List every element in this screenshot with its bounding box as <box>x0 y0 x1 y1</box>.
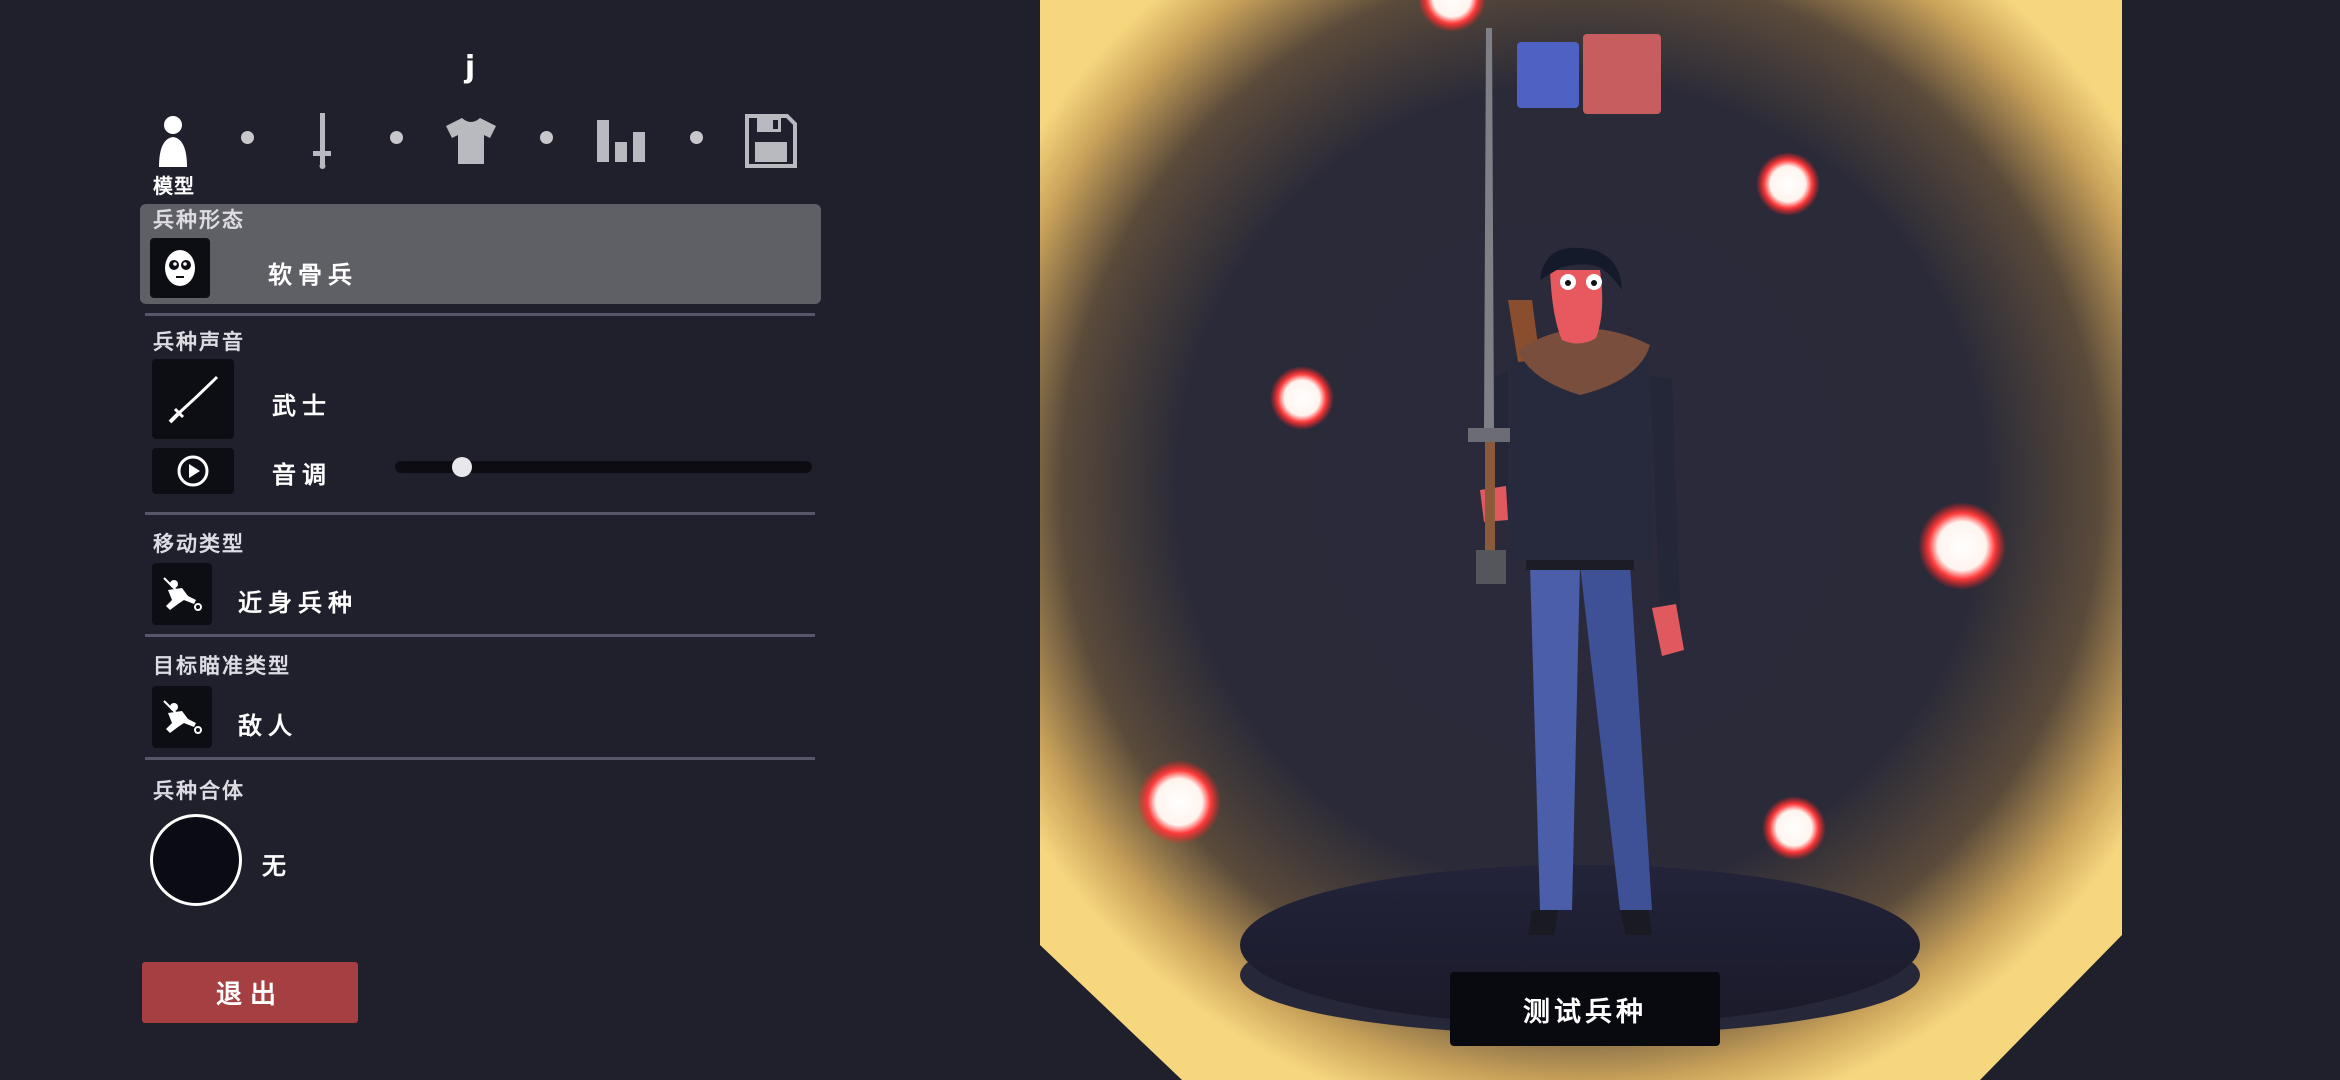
form-section-title: 兵种形态 <box>153 208 245 232</box>
exit-button[interactable]: 退出 <box>142 962 358 1023</box>
pitch-slider[interactable] <box>395 457 812 477</box>
voice-icon-button[interactable] <box>152 359 234 439</box>
tab-separator-dot <box>540 131 553 144</box>
targeting-section-title: 目标瞄准类型 <box>153 654 291 678</box>
shirt-icon <box>446 118 496 164</box>
active-tab-label: 模型 <box>153 174 195 198</box>
tab-stats[interactable] <box>588 106 654 176</box>
katana-icon <box>168 375 219 424</box>
targeting-icon-button[interactable] <box>152 686 212 748</box>
glow-orb <box>1756 152 1820 216</box>
tab-clothing[interactable] <box>438 106 504 176</box>
section-divider <box>145 313 815 316</box>
glow-orb <box>1918 502 2006 590</box>
tab-separator-dot <box>241 131 254 144</box>
movement-icon-button[interactable] <box>152 563 212 625</box>
section-divider <box>145 512 815 515</box>
voice-section-title: 兵种声音 <box>153 330 245 354</box>
tab-save[interactable] <box>738 106 804 176</box>
glow-orb <box>1270 366 1334 430</box>
section-divider <box>145 757 815 760</box>
tab-model[interactable] <box>140 106 206 176</box>
melee-unit-icon <box>163 577 202 611</box>
form-icon-button[interactable] <box>150 238 210 298</box>
save-icon <box>745 114 797 168</box>
movement-section-title: 移动类型 <box>153 532 245 556</box>
pitch-slider-knob[interactable] <box>451 457 472 477</box>
play-voice-button[interactable] <box>152 448 234 494</box>
targeting-value: 敌人 <box>238 712 298 740</box>
sword-icon <box>313 113 331 169</box>
preview-render <box>1040 0 2122 1080</box>
skull-face-icon <box>165 250 195 286</box>
test-unit-button[interactable]: 测试兵种 <box>1450 972 1720 1046</box>
stats-icon <box>597 120 645 162</box>
person-icon <box>159 116 187 167</box>
combine-value: 无 <box>262 852 292 880</box>
voice-value: 武士 <box>272 392 332 420</box>
melee-unit-icon <box>163 700 202 734</box>
tab-separator-dot <box>390 131 403 144</box>
form-value: 软骨兵 <box>268 261 358 289</box>
tab-separator-dot <box>690 131 703 144</box>
play-icon <box>177 455 209 487</box>
combine-section-title: 兵种合体 <box>153 779 245 803</box>
unit-editor-panel: j 模型 兵种形态 软骨兵 兵种声音 武士 音调 移动类型 近身兵种 目标瞄准类… <box>0 0 1000 1080</box>
glow-orb <box>1762 796 1826 860</box>
tab-weapons[interactable] <box>289 106 355 176</box>
team-red-swatch[interactable] <box>1583 34 1661 114</box>
combine-slot-button[interactable] <box>150 814 242 906</box>
team-blue-swatch[interactable] <box>1517 42 1579 108</box>
unit-name: j <box>464 50 476 85</box>
unit-preview-scene[interactable] <box>1040 0 2122 1080</box>
pitch-label: 音调 <box>272 461 332 489</box>
movement-value: 近身兵种 <box>238 589 358 617</box>
section-divider <box>145 634 815 637</box>
glow-orb <box>1137 760 1221 844</box>
